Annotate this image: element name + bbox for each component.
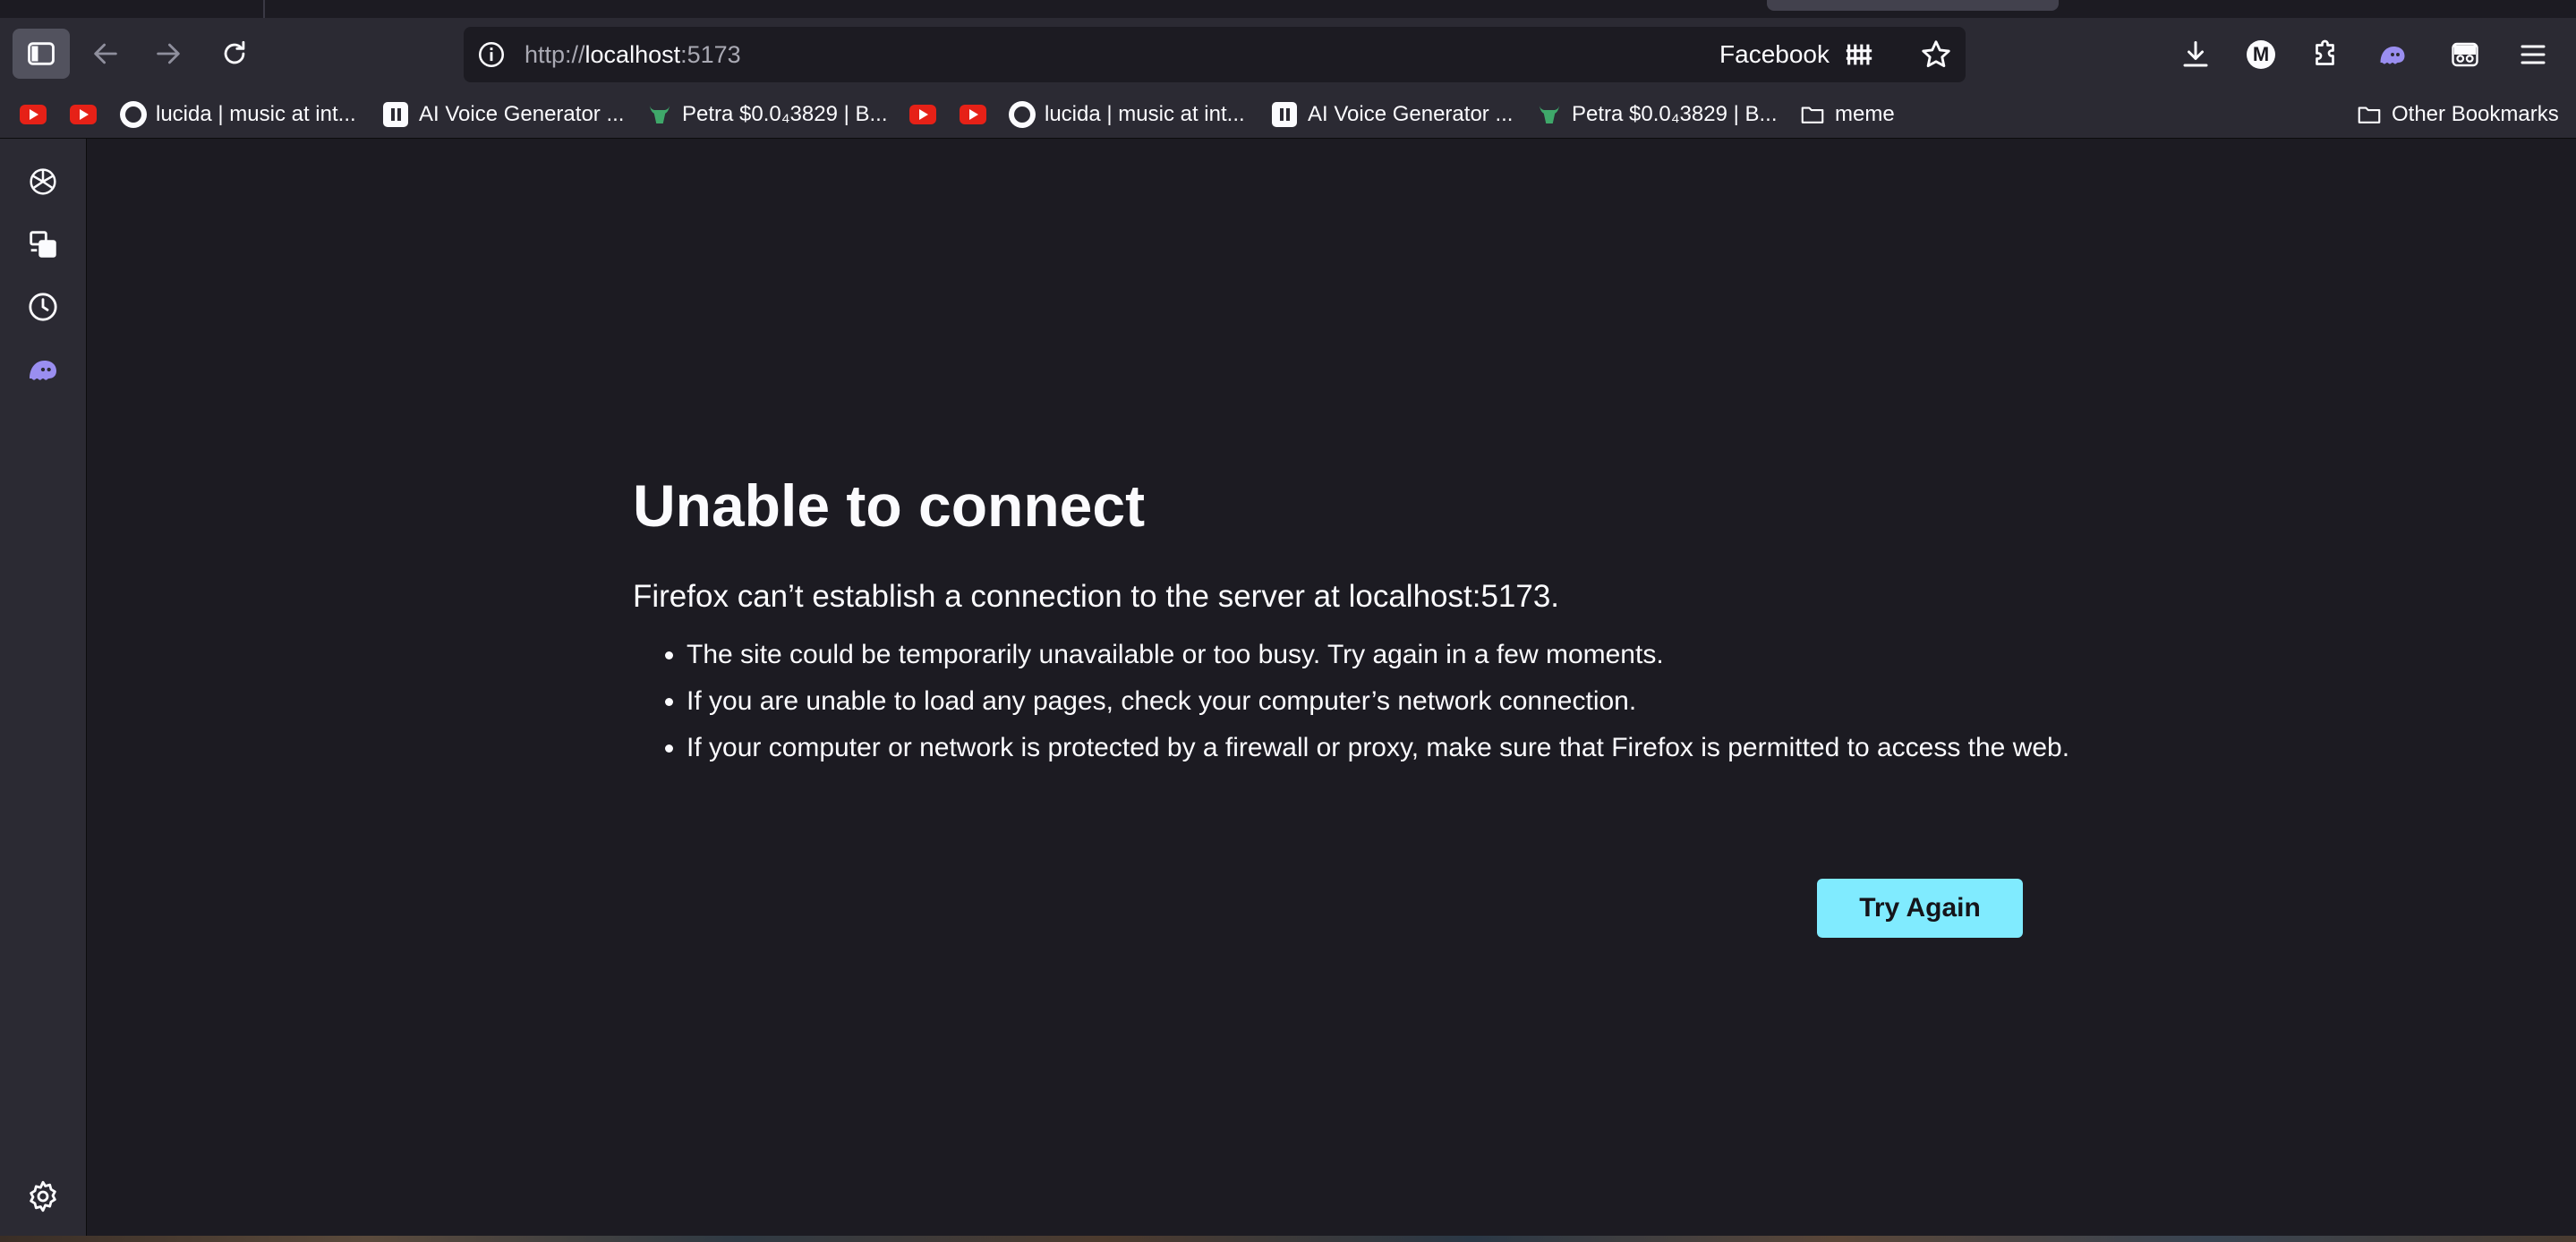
bookmark-star-icon[interactable] — [1919, 38, 1953, 72]
folder-icon — [2358, 106, 2381, 123]
app-menu-button[interactable] — [2514, 36, 2552, 73]
bookmark-folder-meme[interactable]: meme — [1799, 98, 1895, 131]
selected-tab[interactable] — [1767, 0, 2059, 11]
downloads-button[interactable] — [2177, 36, 2214, 73]
bookmark-youtube-2[interactable] — [70, 98, 97, 131]
bookmark-petra-2[interactable]: Petra $0.0₄3829 | B... — [1536, 98, 1778, 131]
forward-button[interactable] — [140, 29, 197, 79]
error-title: Unable to connect — [633, 472, 1146, 539]
bookmark-petra-1[interactable]: Petra $0.0₄3829 | B... — [646, 98, 888, 131]
folder-icon — [1801, 106, 1824, 123]
history-clock-icon[interactable] — [25, 289, 61, 325]
chatgpt-icon[interactable] — [25, 164, 61, 200]
tab-separator — [263, 0, 265, 18]
bookmarks-toolbar: lucida | music at int... AI Voice Genera… — [0, 91, 2576, 139]
navigation-toolbar: http://localhost:5173 Facebook M — [0, 18, 2576, 91]
suggestion-item: If you are unable to load any pages, che… — [687, 685, 2110, 718]
page-content: Unable to connect Firefox can’t establis… — [87, 139, 2576, 1236]
sidebar-toggle-icon — [28, 42, 55, 65]
url-text[interactable]: http://localhost:5173 — [525, 27, 741, 82]
reload-icon — [224, 40, 245, 64]
bookmark-ai-voice-1[interactable]: AI Voice Generator ... — [383, 98, 624, 131]
settings-gear-icon[interactable] — [25, 1178, 61, 1214]
youtube-icon — [960, 105, 986, 124]
lucida-icon — [120, 101, 147, 128]
bookmark-youtube-4[interactable] — [960, 98, 986, 131]
lucida-icon — [1009, 101, 1036, 128]
forward-arrow-icon — [157, 43, 180, 64]
synced-tabs-icon[interactable] — [25, 226, 61, 262]
site-info-icon[interactable] — [476, 39, 507, 70]
bookmark-lucida-2[interactable]: lucida | music at int... — [1009, 98, 1245, 131]
account-avatar: M — [2247, 40, 2275, 69]
url-bar[interactable]: http://localhost:5173 Facebook — [464, 27, 1966, 82]
suggestion-item: The site could be temporarily unavailabl… — [687, 638, 2110, 671]
purple-ghost-icon — [2380, 47, 2405, 64]
youtube-icon — [909, 105, 936, 124]
other-bookmarks-folder[interactable]: Other Bookmarks — [2356, 98, 2559, 131]
suggestion-item: If your computer or network is protected… — [687, 731, 2110, 764]
error-description: Firefox can’t establish a connection to … — [633, 579, 1560, 614]
purple-ghost-icon[interactable] — [25, 352, 61, 387]
try-again-button[interactable]: Try Again — [1817, 879, 2023, 938]
extensions-button[interactable] — [2307, 36, 2345, 73]
ai-voice-icon — [1272, 102, 1297, 127]
error-message: Unable to connect Firefox can’t establis… — [633, 470, 2110, 778]
sidebar-toggle-button[interactable] — [13, 29, 70, 79]
youtube-icon — [20, 105, 47, 124]
tab-strip — [0, 0, 2576, 18]
youtube-icon — [70, 105, 97, 124]
desktop-wallpaper-strip — [0, 1236, 2576, 1242]
error-suggestions: The site could be temporarily unavailabl… — [633, 638, 2110, 764]
bookmark-ai-voice-2[interactable]: AI Voice Generator ... — [1272, 98, 1513, 131]
reader-extension-button[interactable] — [2446, 36, 2484, 73]
bookmark-youtube-3[interactable] — [909, 98, 936, 131]
sidebar — [0, 139, 87, 1236]
petra-bull-icon — [1539, 106, 1560, 123]
bookmark-lucida-1[interactable]: lucida | music at int... — [120, 98, 356, 131]
facebook-container-label[interactable]: Facebook — [1719, 27, 1830, 82]
download-icon — [2183, 41, 2208, 67]
hamburger-menu-icon — [2521, 45, 2546, 64]
glasses-icon — [2452, 42, 2478, 67]
container-fence-icon[interactable] — [1844, 39, 1874, 70]
back-button[interactable] — [77, 29, 134, 79]
back-arrow-icon — [94, 43, 117, 64]
puzzle-piece-icon — [2316, 39, 2334, 65]
account-button[interactable]: M — [2242, 36, 2280, 73]
petra-bull-icon — [649, 106, 670, 123]
bookmark-youtube-1[interactable] — [20, 98, 47, 131]
reload-button[interactable] — [206, 29, 263, 79]
ghost-extension-button[interactable] — [2374, 36, 2411, 73]
ai-voice-icon — [383, 102, 408, 127]
